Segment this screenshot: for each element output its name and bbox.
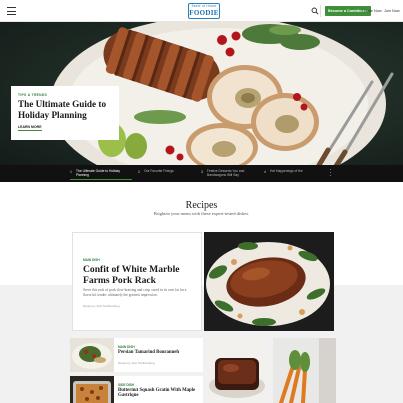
recipe-tag: SIDE DISH <box>118 383 134 387</box>
hero-card[interactable]: TIPS & TRENDS The Ultimate Guide to Holi… <box>11 86 119 140</box>
carousel-item-label: Hot Happenings of the <box>270 169 303 173</box>
braised-meat-photo <box>205 338 268 403</box>
recipe-list-item[interactable]: MAIN DISH Persian Tamarind Bouranneh Rec… <box>70 338 203 372</box>
carousel-item-number: 3 <box>201 170 203 174</box>
carousel-item-number: 2 <box>138 170 140 174</box>
recipe-tile-image[interactable] <box>205 338 268 403</box>
menu-icon[interactable] <box>7 7 16 15</box>
search-icon[interactable] <box>311 7 319 15</box>
recipe-thumbnail <box>70 338 114 372</box>
carousel-active-indicator <box>70 179 132 180</box>
carousel-item-3[interactable]: 3 Festive Desserts You and Bandwagons Wi… <box>201 165 261 182</box>
more-vertical-icon[interactable]: · · · <box>328 167 333 179</box>
featured-recipe-description: Serve this rack of pork slow-braising an… <box>83 288 187 297</box>
hero-banner[interactable]: TIPS & TRENDS The Ultimate Guide to Holi… <box>0 22 403 165</box>
featured-recipe-tag: MAIN DISH <box>83 258 100 262</box>
header-divider <box>320 5 321 17</box>
recipe-title[interactable]: Butternut Squash Gratin With Maple Gastr… <box>118 388 202 399</box>
carousel-item-2[interactable]: 2 Our Favorite Fixings <box>138 165 198 182</box>
join-now-link[interactable]: Join Now <box>384 6 400 16</box>
carrots-photo <box>273 338 336 403</box>
carousel-item-label: The Ultimate Guide to Holiday Planning <box>76 169 120 177</box>
featured-recipe-byline: Recipe by Josh Smithersberg <box>83 304 120 308</box>
carousel-item-label: Our Favorite Fixings <box>144 169 174 173</box>
learn-more-link[interactable]: LEARN MORE <box>18 125 42 131</box>
recipes-subtitle: Brighten your menu with these expert-tes… <box>153 211 250 216</box>
featured-recipe-card[interactable]: MAIN DISH Confit of White Marble Farms P… <box>72 232 202 331</box>
recipe-tile-image[interactable] <box>273 338 336 403</box>
carousel-item-4[interactable]: 4 Hot Happenings of the <box>264 165 324 182</box>
recipe-thumbnail <box>70 376 114 403</box>
featured-recipe-image[interactable] <box>204 232 334 331</box>
site-header: Taste of Home FOODIE Become a Contributo… <box>0 0 403 22</box>
pork-rack-photo <box>204 232 334 331</box>
hero-title[interactable]: The Ultimate Guide to Holiday Planning <box>18 99 112 120</box>
recipe-tag: MAIN DISH <box>118 345 135 349</box>
carousel-item-number: 1 <box>70 170 72 174</box>
featured-recipe-title[interactable]: Confit of White Marble Farms Pork Rack <box>83 264 195 286</box>
logo-main-text: FOODIE <box>189 9 219 17</box>
carousel-nav: 1 The Ultimate Guide to Holiday Planning… <box>0 165 403 182</box>
recipe-title[interactable]: Persian Tamarind Bouranneh <box>118 350 202 355</box>
hero-tag: TIPS & TRENDS <box>18 93 47 97</box>
recipes-title: Recipes <box>185 200 218 211</box>
online-now-link[interactable]: Online Now <box>362 6 382 16</box>
carousel-item-label: Festive Desserts You and Bandwagons Will… <box>207 169 245 177</box>
site-logo[interactable]: Taste of Home FOODIE <box>188 3 220 19</box>
recipe-list-item[interactable]: SIDE DISH Butternut Squash Gratin With M… <box>70 376 203 403</box>
recipe-byline: Recipe by Josh Smithersberg <box>118 361 155 365</box>
carousel-item-number: 4 <box>264 170 266 174</box>
